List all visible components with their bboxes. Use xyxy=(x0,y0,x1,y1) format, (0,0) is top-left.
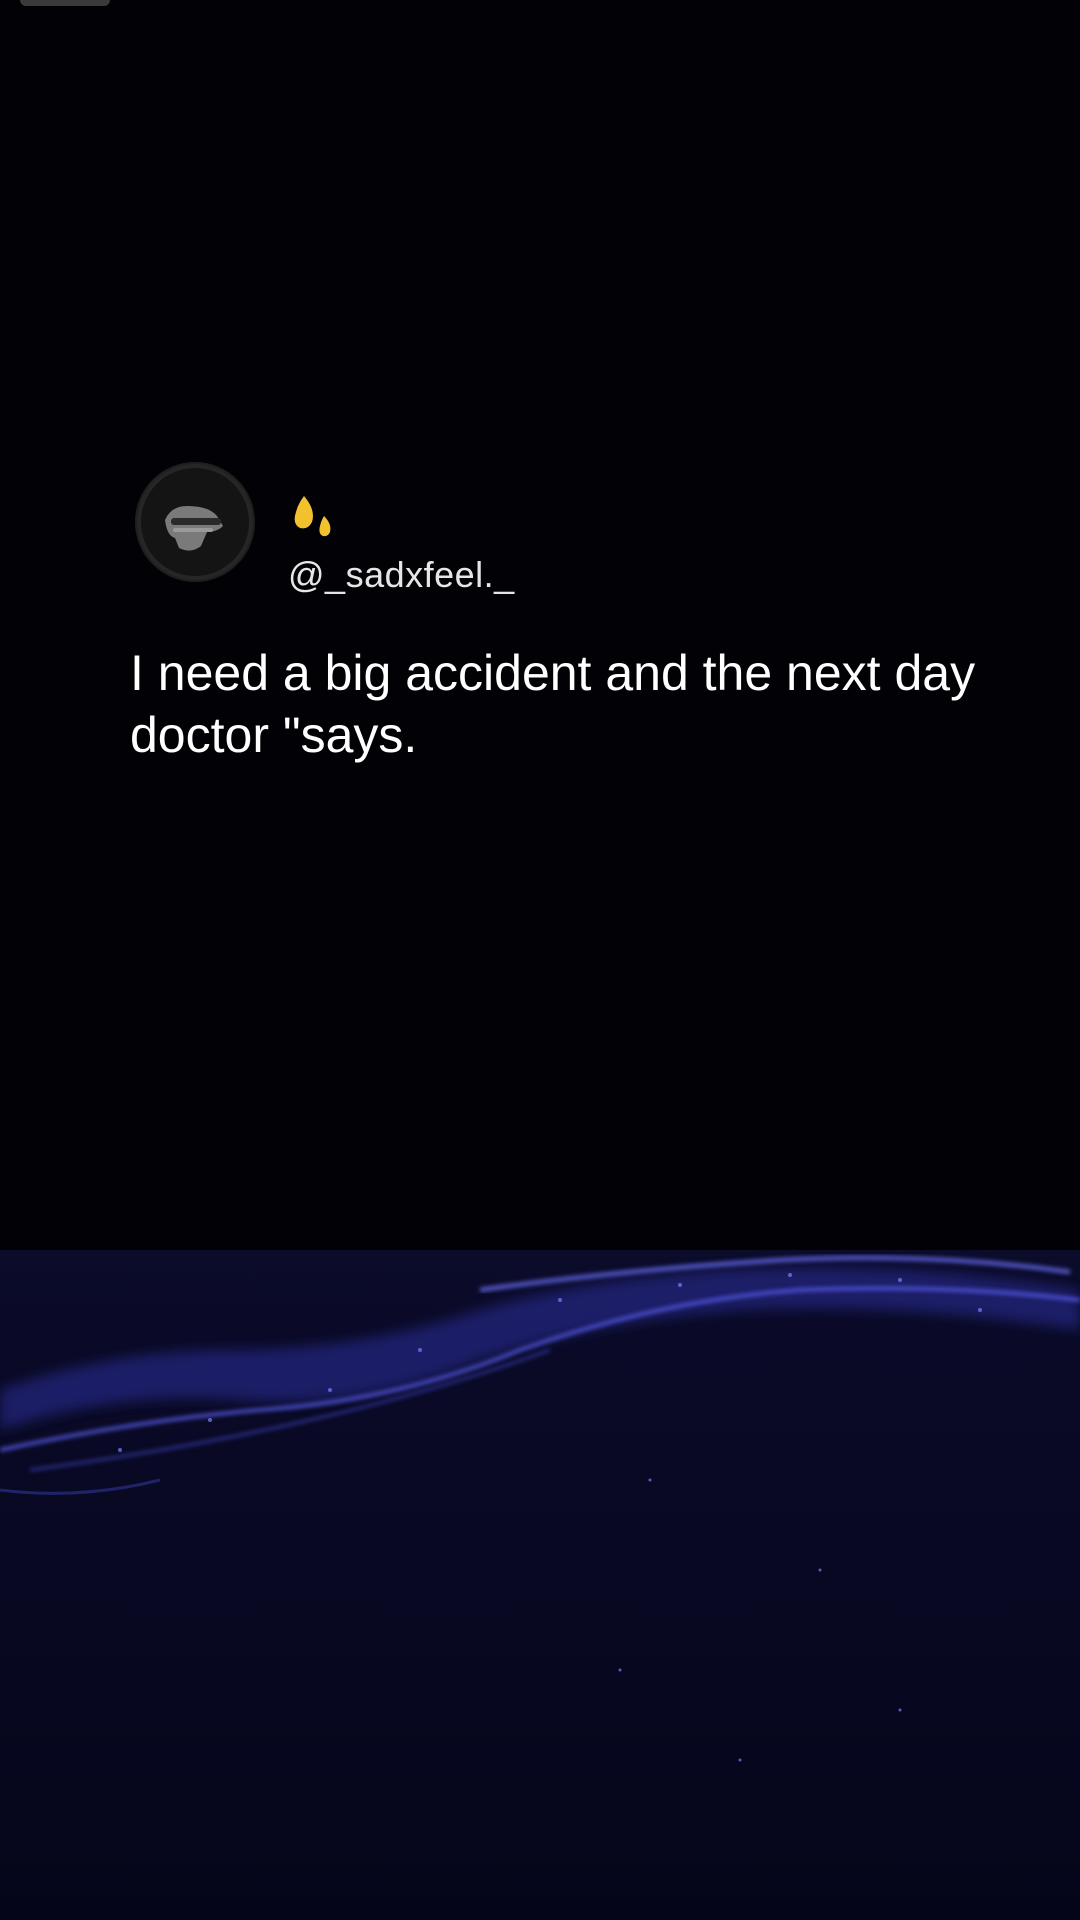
username-handle[interactable]: @_sadxfeel._ xyxy=(288,554,515,596)
status-indicator xyxy=(20,0,110,6)
masked-figure-icon xyxy=(137,464,253,580)
video-frame: @_sadxfeel._ I need a big accident and t… xyxy=(0,0,1080,1920)
glowing-wave-background xyxy=(0,1250,1080,1920)
sweat-droplets-icon xyxy=(290,492,340,542)
avatar[interactable] xyxy=(135,462,255,582)
post-text: I need a big accident and the next day d… xyxy=(130,645,976,763)
